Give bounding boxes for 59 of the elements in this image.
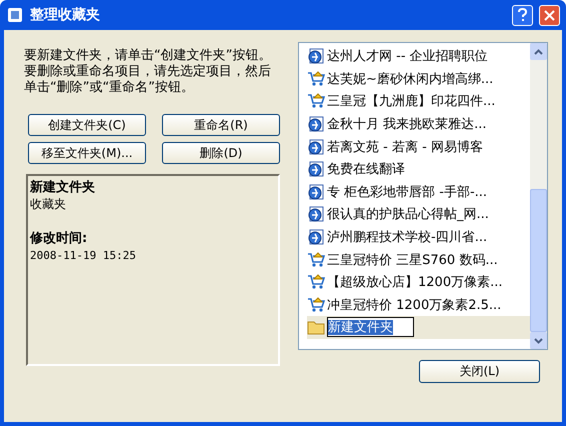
scrollbar[interactable] — [530, 43, 547, 349]
modified-label: 修改时间: — [30, 230, 88, 247]
favorite-label: 达芙妮~磨砂休闲内增高绑... — [327, 70, 494, 88]
favorite-label: 金秋十月 我来挑欧莱雅达... — [327, 116, 487, 134]
shopping-cart-icon — [307, 92, 325, 110]
shopping-cart-icon — [307, 70, 325, 88]
favorite-label: 专 柜色彩地带唇部 -手部-... — [327, 184, 488, 201]
favorite-item[interactable]: 三皇冠特价 三星S760 数码... — [307, 248, 530, 271]
web-page-icon — [307, 115, 325, 134]
instructions-text: 要新建文件夹，请单击“创建文件夹”按钮。要删除或重命名项目，请先选定项目，然后单击“删除”或“重命名”按钮。 — [24, 48, 272, 96]
favorite-item[interactable]: 很认真的护肤品心得帖_网... — [307, 203, 530, 226]
favorite-label: 达州人才网 -- 企业招聘职位 — [327, 48, 488, 66]
dialog-button[interactable]: 删除(D) — [162, 142, 280, 164]
favorite-item[interactable]: 【超级放心店】1200万像素... — [307, 270, 530, 294]
favorite-item[interactable]: 三皇冠【九洲鹿】印花四件... — [307, 90, 530, 113]
web-page-icon — [307, 205, 325, 224]
favorite-item[interactable]: 若离文苑 - 若离 - 网易博客 — [307, 135, 530, 158]
window-title: 整理收藏夹 — [30, 6, 101, 24]
shopping-cart-icon — [307, 273, 325, 292]
favorite-item[interactable]: 达芙妮~磨砂休闲内增高绑... — [307, 68, 530, 90]
favorite-label: 泸州鹏程技术学校-四川省... — [327, 229, 488, 246]
favorite-item[interactable]: 金秋十月 我来挑欧莱雅达... — [307, 112, 530, 136]
favorite-label: 若离文苑 - 若离 - 网易博客 — [327, 138, 483, 156]
question-mark-icon — [517, 8, 528, 22]
help-button[interactable] — [512, 4, 533, 26]
scroll-up-icon — [534, 48, 543, 54]
favorite-item[interactable]: 免费在线翻译 — [307, 158, 530, 181]
favorite-item[interactable]: 泸州鹏程技术学校-四川省... — [307, 226, 530, 248]
scroll-down-icon — [534, 338, 543, 344]
web-page-icon — [307, 228, 325, 246]
favorite-label: 【超级放心店】1200万像素... — [327, 274, 502, 292]
favorite-label: 三皇冠特价 三星S760 数码... — [327, 252, 498, 269]
dialog-button[interactable]: 重命名(R) — [162, 114, 280, 136]
close-button[interactable] — [539, 4, 560, 26]
web-page-icon — [307, 138, 325, 156]
favorite-item[interactable]: 冲皇冠特价 1200万象素2.5... — [307, 294, 530, 316]
folder-icon — [307, 319, 325, 336]
favorite-label: 很认真的护肤品心得帖_网... — [327, 206, 489, 224]
favorite-label: 免费在线翻译 — [327, 161, 405, 178]
web-page-icon — [307, 47, 325, 66]
favorite-item[interactable]: 达州人才网 -- 企业招聘职位 — [307, 45, 530, 68]
close-icon — [544, 10, 555, 20]
favorite-label: 冲皇冠特价 1200万象素2.5... — [327, 296, 502, 314]
favorites-folder-icon — [6, 6, 24, 24]
favorite-label: 三皇冠【九洲鹿】印花四件... — [327, 93, 496, 110]
favorite-item[interactable]: 专 柜色彩地带唇部 -手部-... — [307, 180, 530, 204]
modified-date: 2008-11-19 15:25 — [30, 249, 136, 262]
favorite-item[interactable]: 新建文件夹 — [307, 316, 530, 339]
close-dialog-button[interactable]: 关闭(L) — [419, 360, 540, 383]
web-page-icon — [307, 182, 325, 201]
dialog-button[interactable]: 创建文件夹(C) — [28, 114, 146, 136]
shopping-cart-icon — [307, 250, 325, 269]
dialog-button[interactable]: 移至文件夹(M)... — [28, 142, 146, 164]
item-type: 收藏夹 — [30, 196, 66, 213]
rename-field[interactable]: 新建文件夹 — [327, 317, 414, 338]
web-page-icon — [307, 160, 325, 178]
scroll-thumb[interactable] — [530, 188, 547, 332]
item-name: 新建文件夹 — [30, 178, 95, 196]
shopping-cart-icon — [307, 296, 325, 314]
